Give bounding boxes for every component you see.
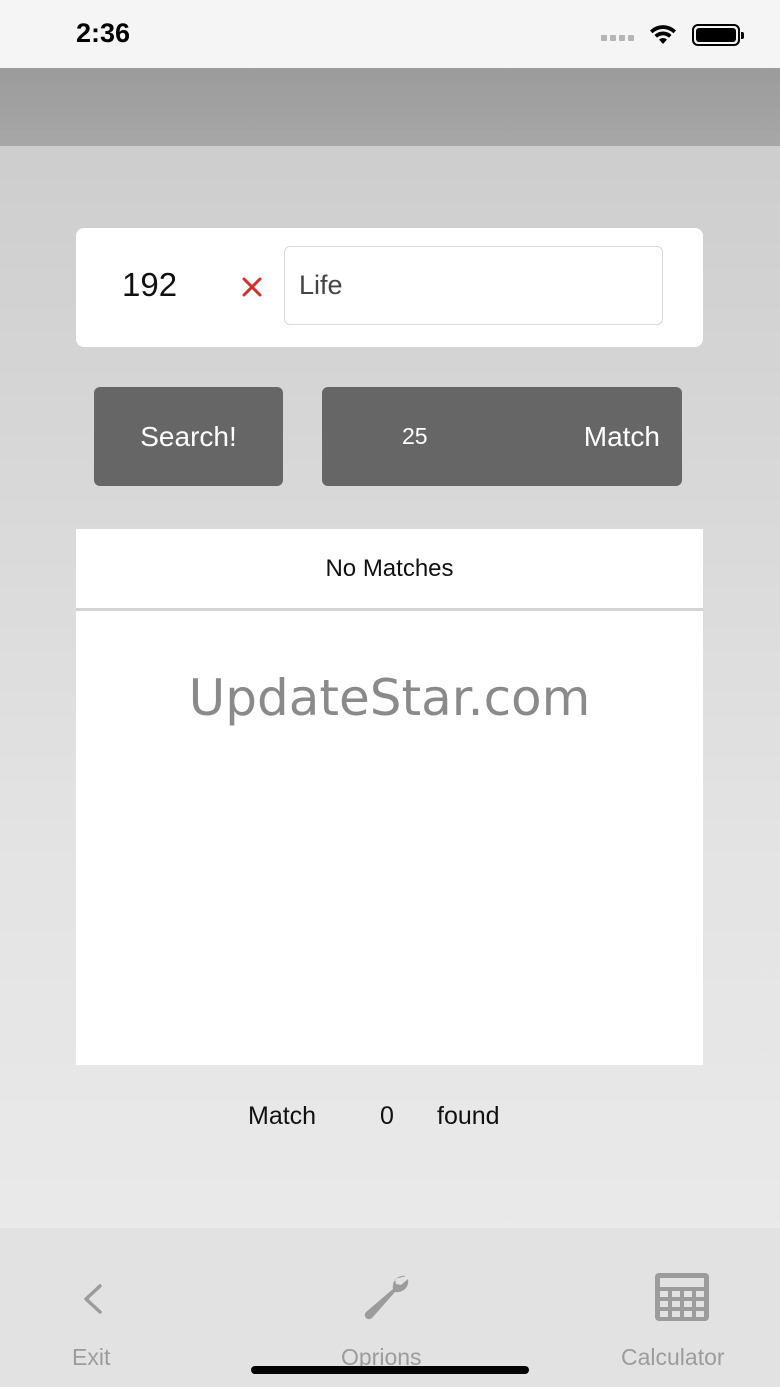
match-count: 25 xyxy=(402,423,428,449)
found-suffix: found xyxy=(437,1102,500,1130)
found-prefix: Match xyxy=(248,1102,317,1130)
search-button[interactable]: Search! xyxy=(94,387,283,486)
cellular-signal-icon xyxy=(601,35,634,41)
results-header: No Matches xyxy=(76,529,703,611)
status-time: 2:36 xyxy=(76,18,131,48)
header-band xyxy=(0,68,780,146)
tab-options[interactable]: Oprions xyxy=(320,1228,460,1387)
chevron-left-icon xyxy=(84,1284,102,1314)
tab-calculator[interactable]: Calculator xyxy=(610,1228,760,1387)
results-panel: No Matches UpdateStar.com xyxy=(76,529,703,1065)
status-icons xyxy=(601,24,744,46)
status-bar: 2:36 xyxy=(0,0,780,68)
battery-icon xyxy=(692,24,744,46)
search-card: 192 xyxy=(76,228,703,347)
search-button-label: Search! xyxy=(140,420,237,452)
search-text-input[interactable] xyxy=(284,246,663,325)
wifi-icon xyxy=(650,25,676,44)
found-count: 0 xyxy=(380,1102,394,1130)
number-field[interactable]: 192 xyxy=(122,266,177,304)
watermark: UpdateStar.com xyxy=(188,669,591,727)
tab-bar: Exit Oprions Calculator xyxy=(0,1228,780,1387)
home-indicator[interactable] xyxy=(251,1366,529,1374)
match-button[interactable]: 25 Match xyxy=(322,387,682,486)
tab-exit-label: Exit xyxy=(72,1344,111,1370)
close-icon[interactable] xyxy=(238,273,266,301)
tab-exit[interactable]: Exit xyxy=(40,1228,150,1387)
tab-calculator-label: Calculator xyxy=(621,1344,725,1370)
calculator-icon xyxy=(655,1273,709,1321)
match-button-label: Match xyxy=(583,420,660,452)
wrench-icon xyxy=(364,1275,409,1320)
